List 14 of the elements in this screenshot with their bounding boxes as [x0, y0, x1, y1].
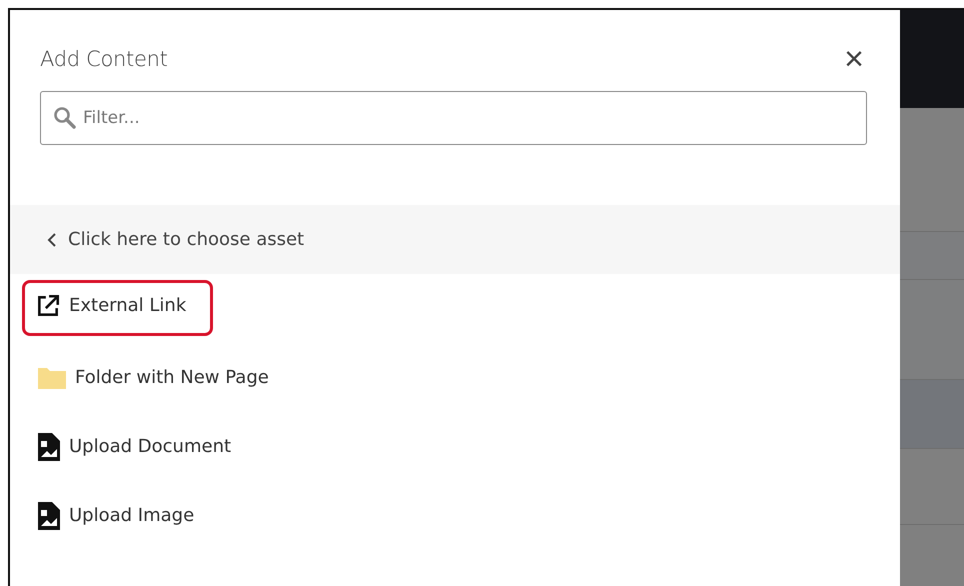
content-option[interactable]: Upload Document: [22, 416, 246, 476]
back-row[interactable]: Click here to choose asset: [10, 205, 900, 274]
content-option[interactable]: Upload Image: [22, 486, 210, 546]
chevron-left-icon: [46, 232, 58, 248]
content-option[interactable]: Folder with New Page: [22, 350, 284, 404]
folder-icon: [37, 366, 67, 390]
search-icon: [53, 106, 77, 130]
filter-field[interactable]: Filter...: [40, 91, 867, 145]
external-link-icon: [35, 292, 61, 318]
dialog-title: Add Content: [40, 47, 168, 71]
content-option[interactable]: External Link: [22, 280, 214, 336]
image-file-icon: [37, 500, 61, 530]
close-button[interactable]: ×: [838, 44, 870, 74]
image-file-icon: [37, 432, 61, 462]
